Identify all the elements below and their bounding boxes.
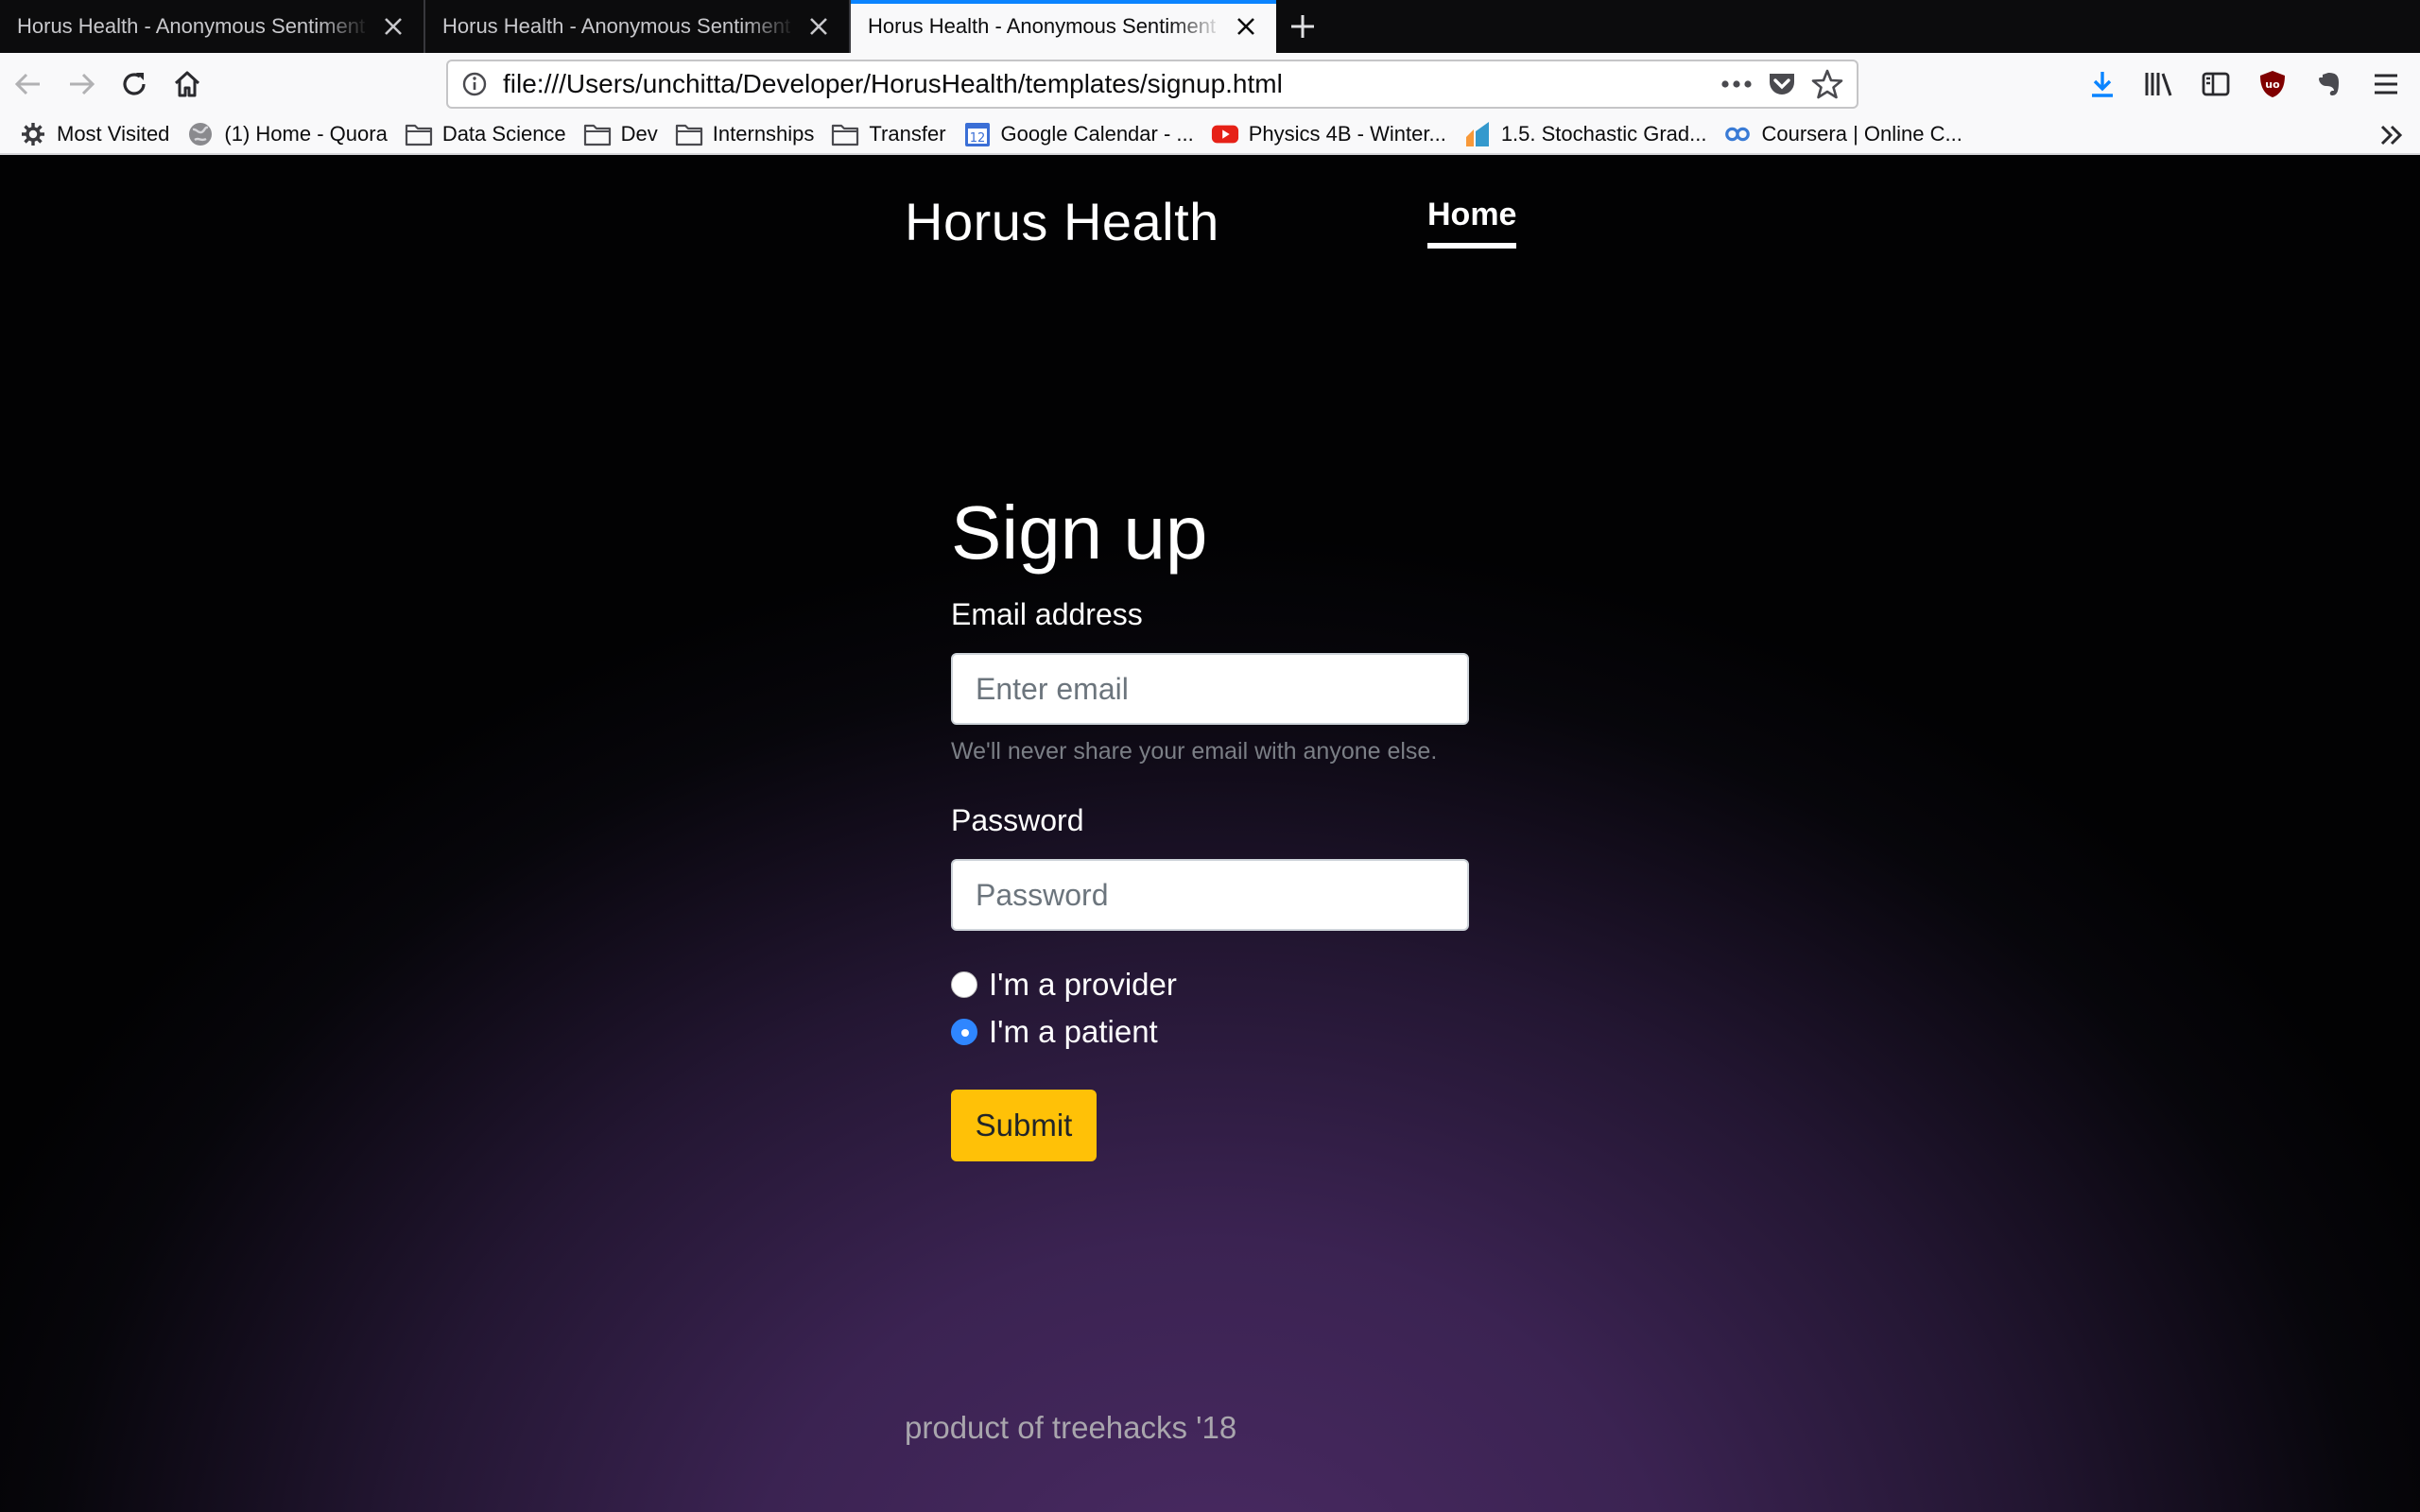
url-bar[interactable]: file:///Users/unchitta/Developer/HorusHe… (446, 60, 1858, 109)
tab-bar: Horus Health - Anonymous Sentiment Horus… (0, 0, 2420, 53)
gear-icon (19, 120, 47, 148)
url-text[interactable]: file:///Users/unchitta/Developer/HorusHe… (503, 69, 1720, 99)
page-title: Sign up (951, 490, 1208, 575)
forward-arrow-icon (70, 73, 95, 95)
tab-title: Horus Health - Anonymous Sentiment (17, 14, 366, 38)
email-label: Email address (951, 597, 1143, 631)
library-icon (2145, 73, 2172, 96)
radio-patient[interactable]: I'm a patient (951, 1014, 1469, 1050)
calendar-icon: 12 (963, 120, 992, 148)
nav-link-home[interactable]: Home (1427, 197, 1517, 249)
folder-icon (405, 120, 433, 148)
tab-title: Horus Health - Anonymous Sentiment (868, 14, 1217, 38)
password-field[interactable] (951, 859, 1469, 931)
chevron-double-right-icon (2380, 125, 2403, 146)
radio-button[interactable] (951, 971, 977, 998)
browser-tab[interactable]: Horus Health - Anonymous Sentiment (425, 0, 851, 53)
signup-form: Sign up Email address We'll never share … (951, 495, 1469, 1161)
globe-icon (186, 120, 215, 148)
evernote-icon (2319, 73, 2339, 95)
bookmark-label: (1) Home - Quora (224, 122, 388, 146)
email-help-text: We'll never share your email with anyone… (951, 738, 1438, 765)
radio-label: I'm a patient (989, 1014, 1158, 1049)
svg-text:12: 12 (969, 131, 985, 146)
scikit-icon (1463, 120, 1492, 148)
bookmark-label: Google Calendar - ... (1000, 122, 1194, 146)
password-label: Password (951, 803, 1084, 837)
bookmarks-toolbar: Most Visited (1) Home - Quora Data Scien… (0, 115, 2420, 155)
downloads-button[interactable] (2076, 58, 2129, 111)
tab-title: Horus Health - Anonymous Sentiment (442, 14, 791, 38)
browser-tab-active[interactable]: Horus Health - Anonymous Sentiment (851, 0, 1276, 53)
navigation-toolbar: file:///Users/unchitta/Developer/HorusHe… (0, 53, 2420, 115)
back-arrow-icon (14, 73, 40, 95)
close-tab-icon[interactable] (805, 13, 832, 40)
library-button[interactable] (2133, 58, 2186, 111)
bookmark-label: Physics 4B - Winter... (1248, 122, 1446, 146)
toolbar-right: uo (2076, 53, 2420, 115)
folder-icon (831, 120, 859, 148)
youtube-icon (1211, 120, 1239, 148)
sidebar-button[interactable] (2189, 58, 2242, 111)
bookmark-label: 1.5. Stochastic Grad... (1500, 122, 1707, 146)
radio-button-checked[interactable] (951, 1019, 977, 1045)
forward-button[interactable] (55, 58, 108, 111)
site-brand[interactable]: Horus Health (905, 191, 1219, 252)
bookmark-label: Internships (712, 122, 815, 146)
email-field[interactable] (951, 653, 1469, 725)
plus-icon (1291, 15, 1314, 38)
home-icon (174, 71, 200, 97)
bookmark-star-icon[interactable] (1811, 68, 1843, 100)
folder-icon (583, 120, 612, 148)
folder-icon (675, 120, 703, 148)
bookmark-coursera[interactable]: Coursera | Online C... (1723, 120, 1962, 148)
evernote-button[interactable] (2303, 58, 2356, 111)
pocket-icon[interactable] (1766, 68, 1798, 100)
info-icon[interactable] (461, 71, 488, 97)
bookmark-google-calendar[interactable]: 12 Google Calendar - ... (963, 120, 1194, 148)
page-viewport: Horus Health Home Sign up Email address … (0, 155, 2420, 1512)
radio-label: I'm a provider (989, 967, 1177, 1002)
bookmark-label: Coursera | Online C... (1761, 122, 1962, 146)
bookmark-most-visited[interactable]: Most Visited (19, 120, 169, 148)
close-tab-icon[interactable] (380, 13, 406, 40)
bookmark-scikit-learn[interactable]: 1.5. Stochastic Grad... (1463, 120, 1707, 148)
menu-button[interactable] (2360, 58, 2412, 111)
new-tab-button[interactable] (1276, 0, 1329, 53)
bookmark-folder-dev[interactable]: Dev (583, 120, 658, 148)
footer-text: product of treehacks '18 (905, 1410, 1237, 1445)
download-icon (2092, 72, 2113, 97)
sidebar-icon (2202, 72, 2230, 96)
reload-button[interactable] (108, 58, 161, 111)
bookmark-folder-data-science[interactable]: Data Science (405, 120, 566, 148)
bookmark-label: Most Visited (57, 122, 170, 146)
more-actions-icon[interactable] (1720, 79, 1753, 89)
ublock-icon: uo (2260, 71, 2285, 97)
back-button[interactable] (2, 58, 55, 111)
bookmark-quora[interactable]: (1) Home - Quora (186, 120, 388, 148)
bookmark-label: Dev (620, 122, 658, 146)
bookmark-label: Data Science (441, 122, 566, 146)
home-button[interactable] (161, 58, 214, 111)
svg-text:uo: uo (2265, 78, 2280, 91)
hamburger-menu-icon (2375, 74, 2397, 94)
submit-button[interactable]: Submit (951, 1090, 1097, 1161)
bookmark-folder-transfer[interactable]: Transfer (831, 120, 946, 148)
bookmark-folder-internships[interactable]: Internships (675, 120, 815, 148)
bookmarks-overflow-button[interactable] (2377, 121, 2407, 149)
radio-provider[interactable]: I'm a provider (951, 967, 1469, 1003)
bookmark-label: Transfer (869, 122, 946, 146)
bookmark-youtube[interactable]: Physics 4B - Winter... (1211, 120, 1446, 148)
close-tab-icon[interactable] (1233, 13, 1259, 40)
browser-tab[interactable]: Horus Health - Anonymous Sentiment (0, 0, 425, 53)
reload-icon (123, 73, 146, 95)
coursera-icon (1723, 120, 1752, 148)
ublock-button[interactable]: uo (2246, 58, 2299, 111)
